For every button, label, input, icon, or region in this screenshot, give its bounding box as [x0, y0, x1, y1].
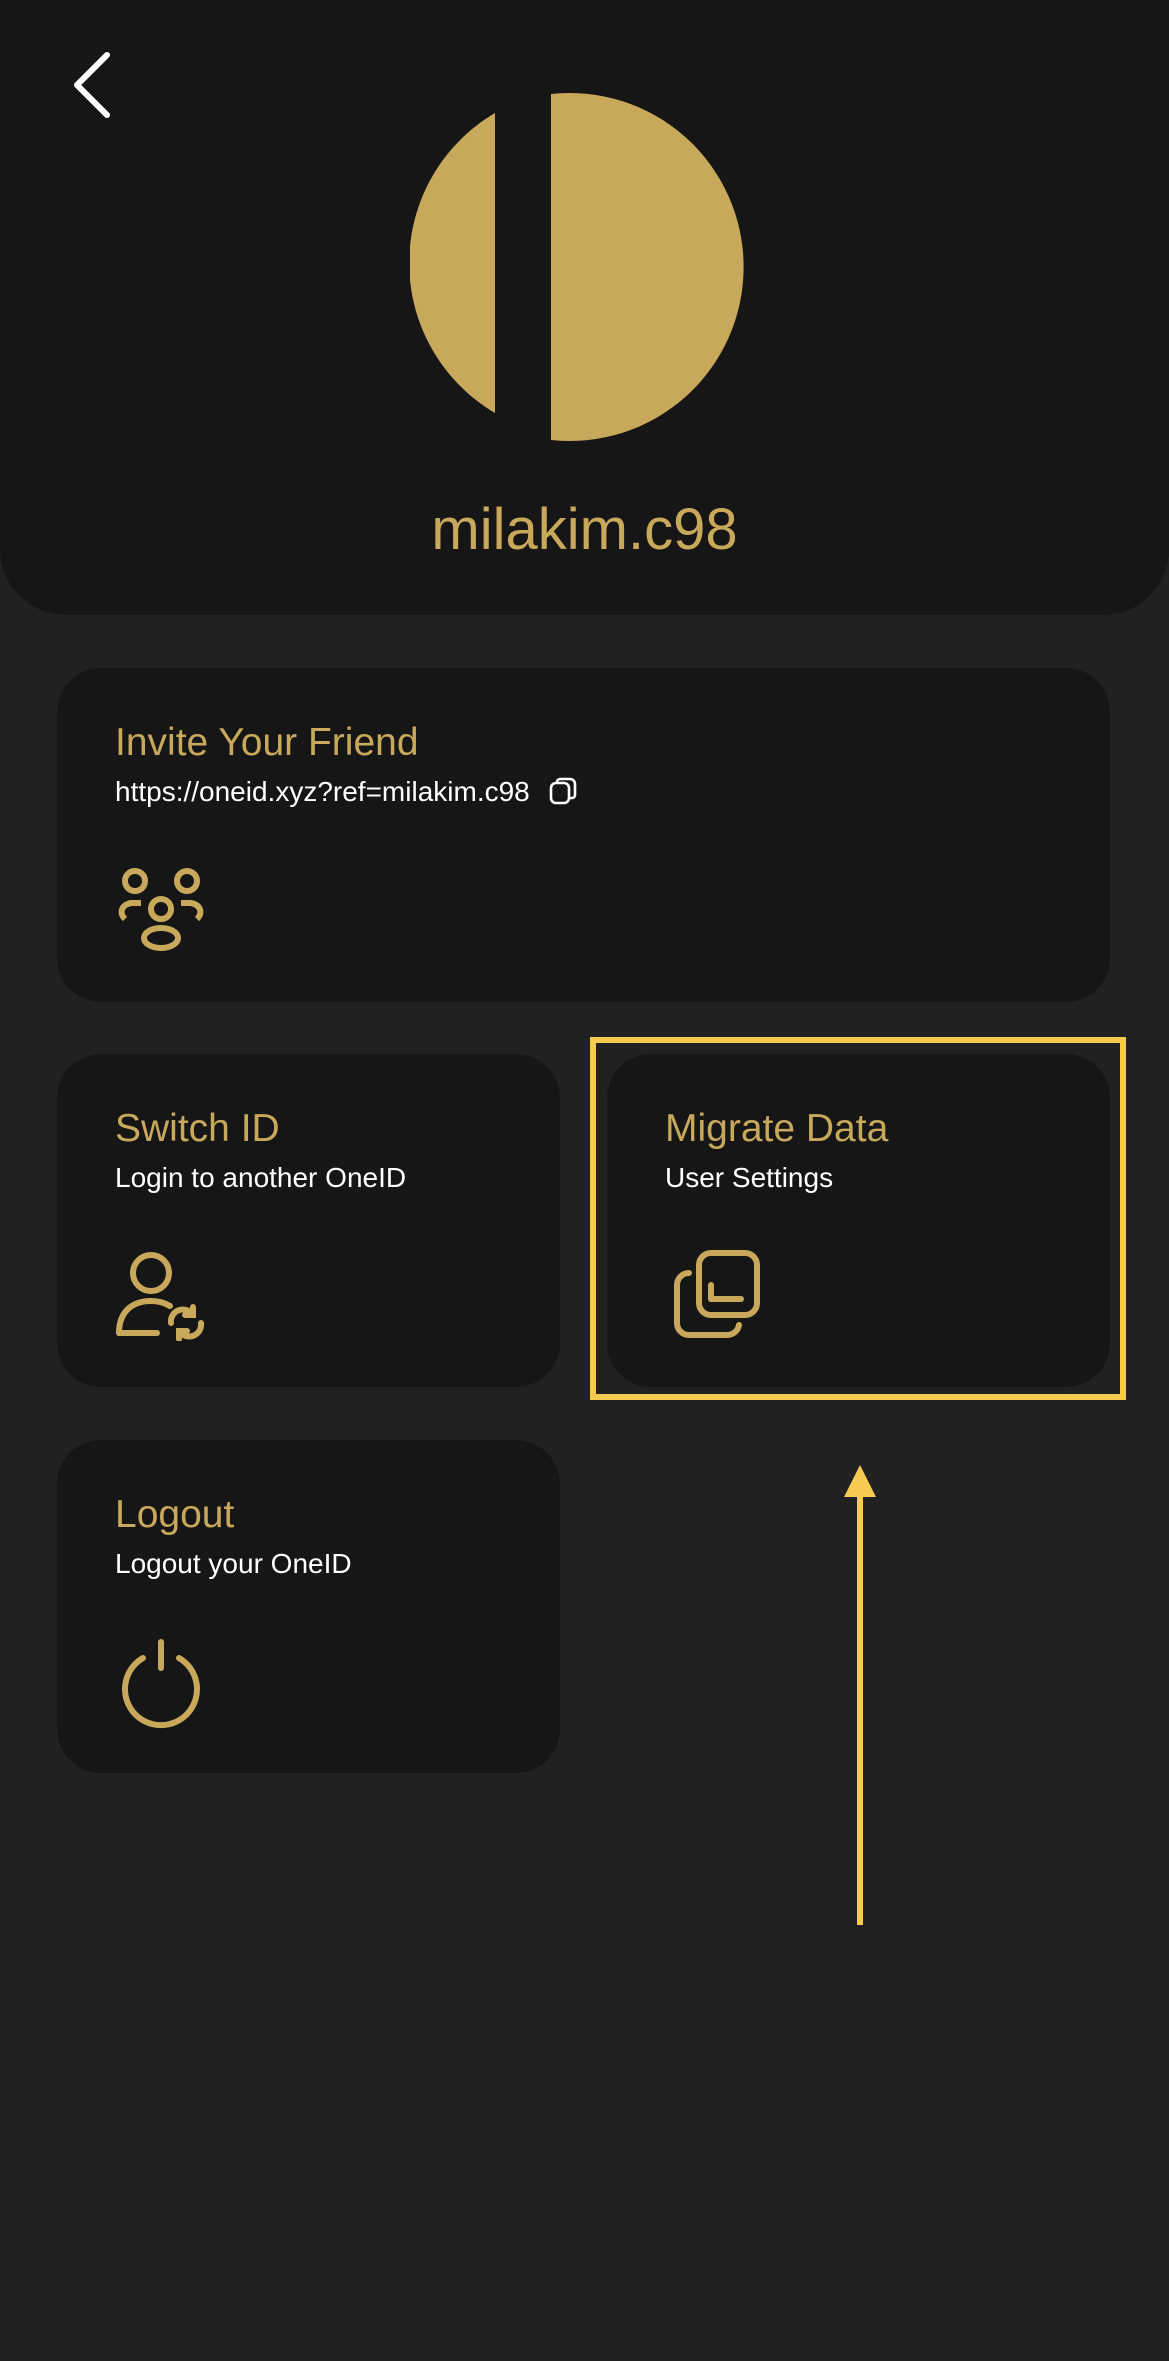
card-subtitle: User Settings — [665, 1162, 834, 1193]
card-title: Migrate Data — [665, 1107, 889, 1150]
profile-header: milakim.c98 — [0, 0, 1169, 615]
card-subtitle: Logout your OneID — [115, 1548, 352, 1579]
arrow-up-icon — [844, 1465, 876, 1925]
logout-card[interactable]: Logout Logout your OneID — [57, 1440, 560, 1773]
back-button[interactable] — [56, 40, 126, 130]
card-title: Invite Your Friend — [115, 721, 419, 764]
power-icon — [122, 1639, 200, 1729]
invite-friend-card[interactable]: Invite Your Friend https://oneid.xyz?ref… — [57, 668, 1110, 1002]
group-icon — [118, 868, 204, 951]
oneid-logo — [410, 93, 744, 441]
invite-link: https://oneid.xyz?ref=milakim.c98 — [115, 776, 530, 807]
migrate-data-card[interactable]: Migrate Data User Settings — [607, 1054, 1110, 1387]
switch-id-card[interactable]: Switch ID Login to another OneID — [57, 1054, 560, 1387]
copy-button[interactable] — [546, 775, 580, 809]
user-switch-icon — [116, 1252, 205, 1341]
card-title: Logout — [115, 1493, 235, 1536]
layers-icon — [674, 1250, 760, 1338]
invite-link-row: https://oneid.xyz?ref=milakim.c98 — [115, 774, 580, 810]
card-title: Switch ID — [115, 1107, 280, 1150]
username: milakim.c98 — [431, 497, 738, 562]
card-subtitle: Login to another OneID — [115, 1162, 407, 1193]
copy-icon — [549, 777, 577, 805]
chevron-left-icon — [74, 52, 110, 118]
